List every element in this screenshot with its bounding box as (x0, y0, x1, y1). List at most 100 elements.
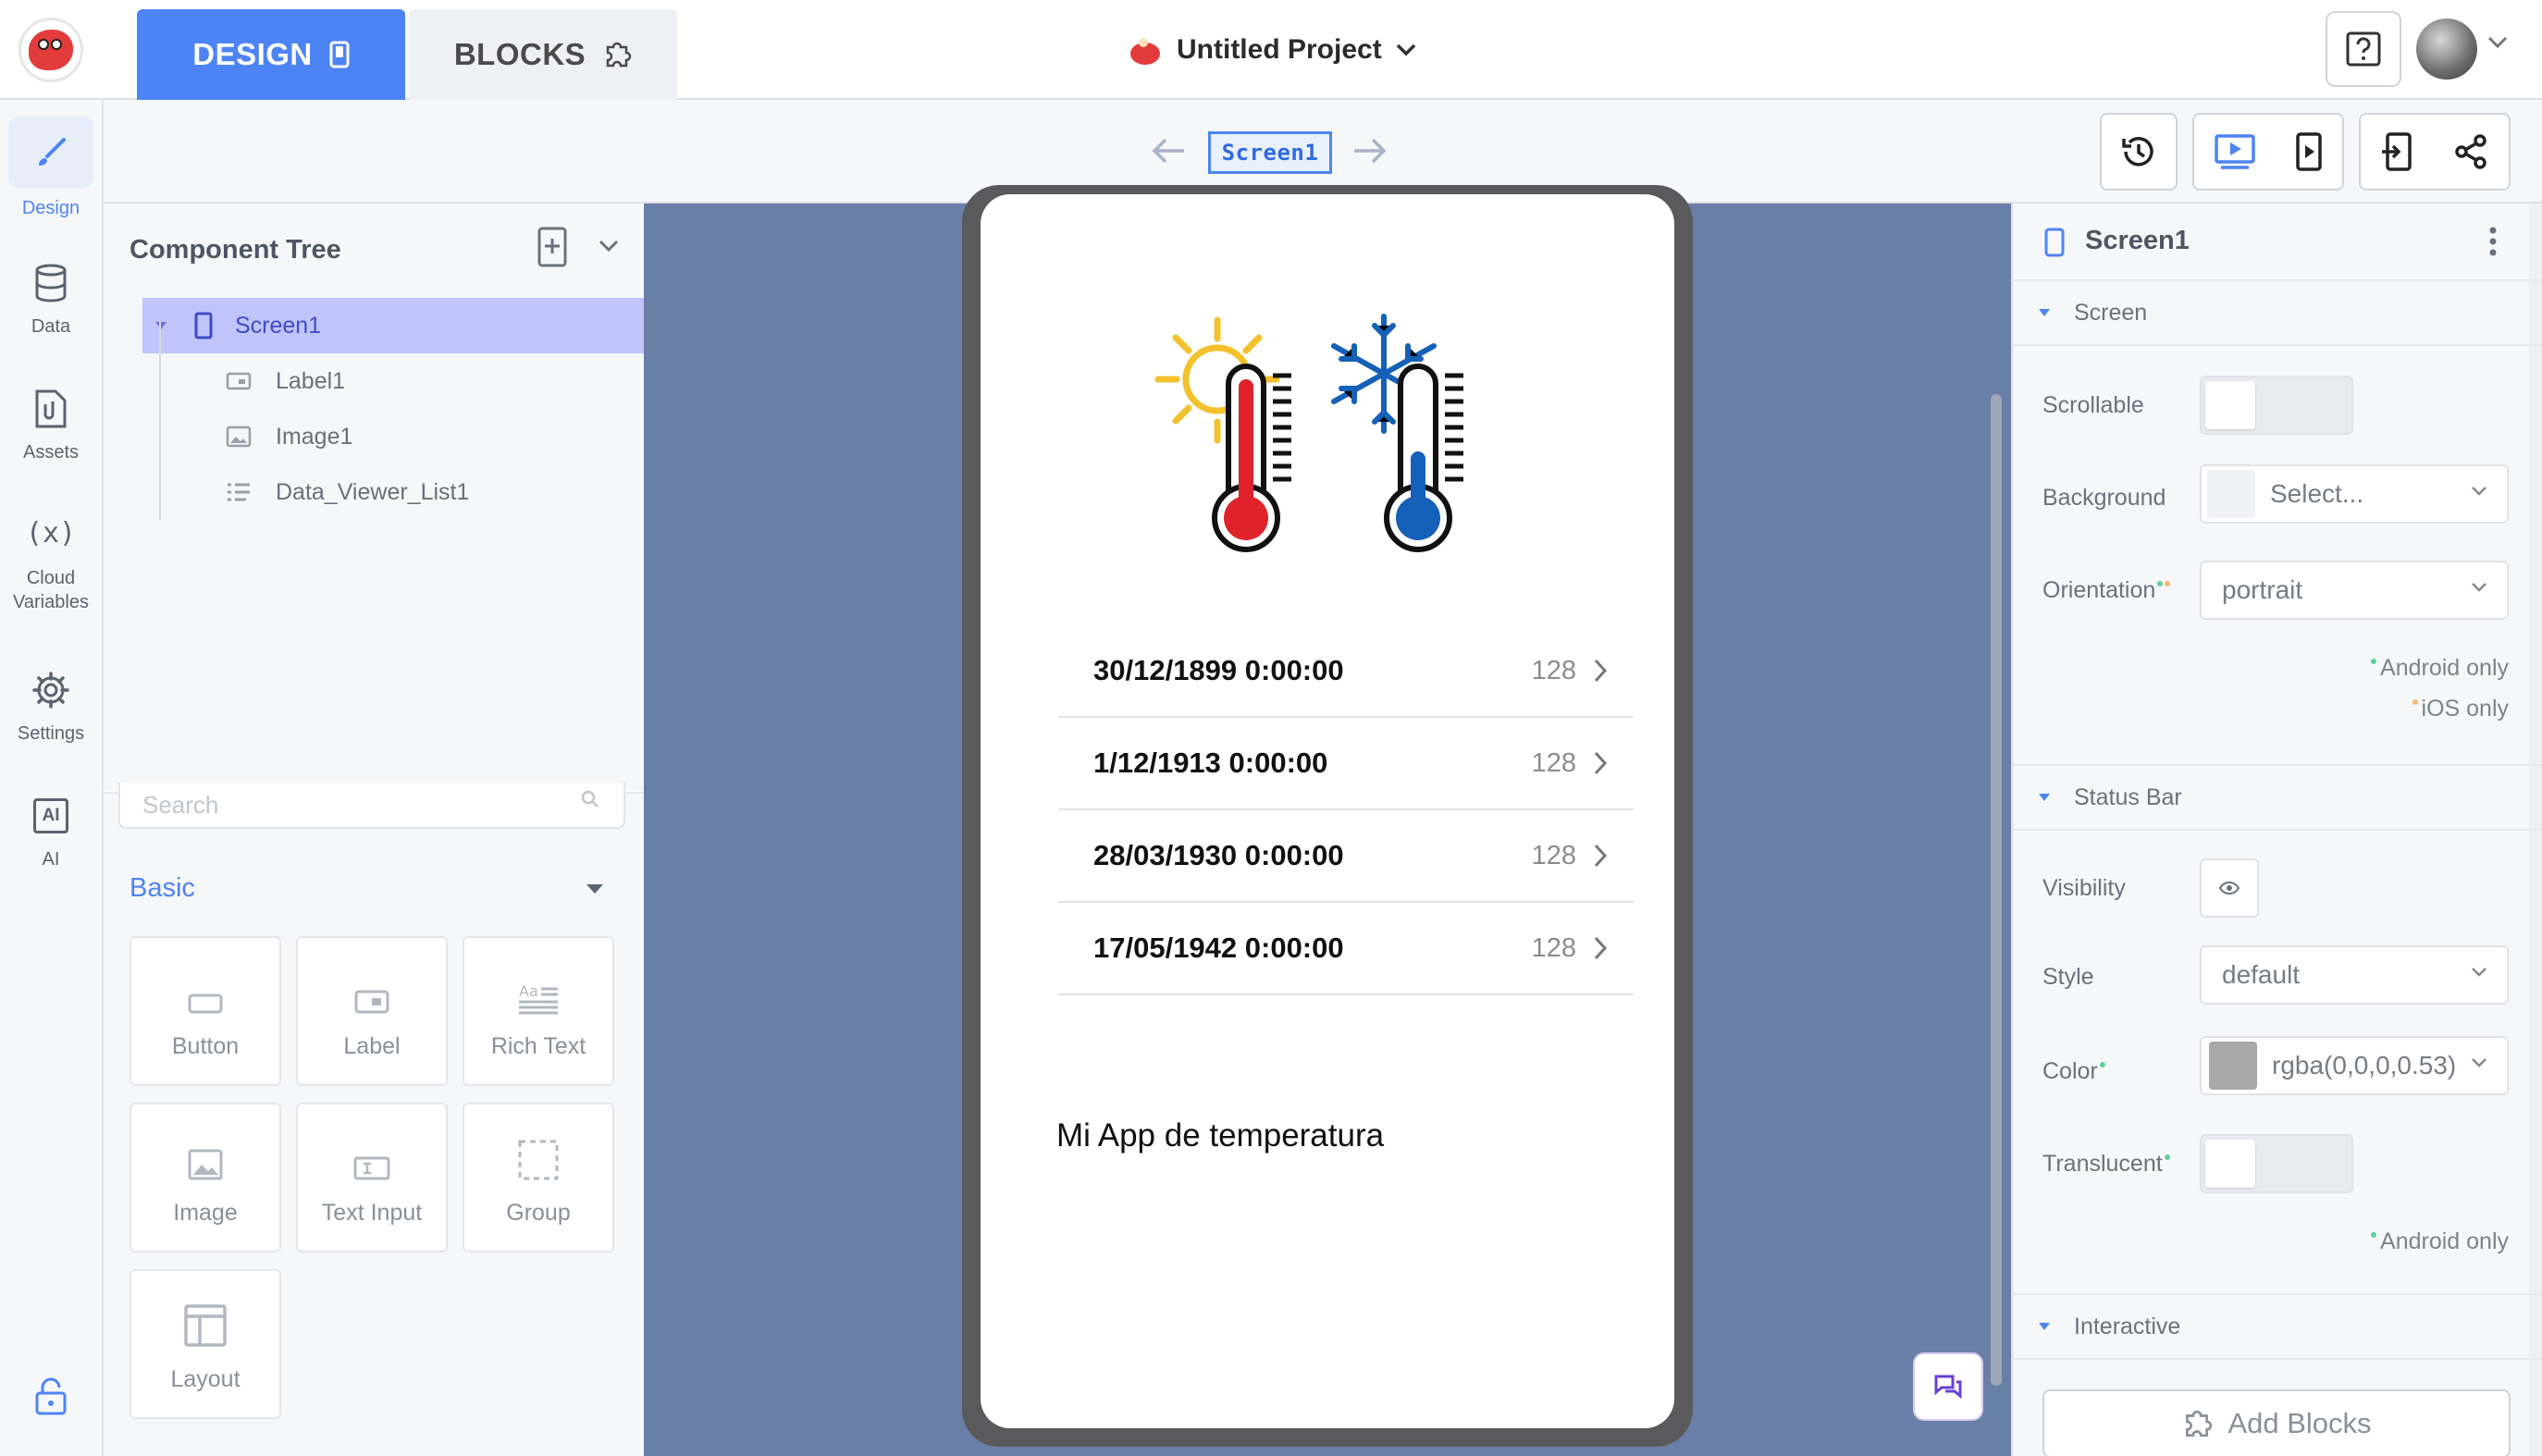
section-interactive[interactable]: Interactive (2011, 1293, 2542, 1360)
preview-play-icon[interactable] (2214, 133, 2256, 170)
rail-item-assets[interactable]: Assets (0, 385, 102, 463)
tab-design[interactable]: DESIGN (137, 9, 405, 100)
top-header: DESIGN BLOCKS Untitled Project (0, 0, 2542, 100)
orientation-select[interactable]: portrait (2200, 561, 2509, 620)
arrow-left-icon[interactable] (1151, 135, 1188, 167)
help-icon (2346, 31, 2381, 67)
list-item[interactable]: 28/03/1930 0:00:00 128 (1058, 810, 1634, 903)
category-basic[interactable]: Basic (130, 873, 195, 904)
visibility-toggle[interactable] (2200, 858, 2259, 918)
user-avatar[interactable] (2416, 19, 2477, 80)
label1-preview-text[interactable]: Mi App de temperatura (1056, 1117, 1384, 1154)
project-name: Untitled Project (1177, 34, 1382, 65)
device-preview-icon[interactable] (2295, 131, 2323, 172)
tile-rich-text[interactable]: Aa Rich Text (463, 936, 614, 1086)
current-screen-chip[interactable]: Screen1 (1208, 131, 1332, 174)
orientation-label: Orientation (2042, 577, 2171, 604)
history-button[interactable] (2100, 113, 2178, 191)
section-screen[interactable]: Screen (2011, 279, 2542, 346)
tree-item-image1[interactable]: Image1 (104, 409, 644, 464)
canvas-scrollbar[interactable] (1991, 394, 2002, 1386)
caret-down-icon[interactable] (585, 882, 605, 895)
translucent-label: Translucent (2042, 1151, 2170, 1178)
search-input[interactable]: Search (118, 783, 625, 829)
phone-icon (194, 312, 213, 339)
scrollable-label: Scrollable (2042, 392, 2144, 418)
caret-down-icon[interactable] (154, 320, 168, 331)
database-icon (35, 264, 67, 302)
chevron-down-icon[interactable] (598, 239, 620, 253)
list-item[interactable]: 1/12/1913 0:00:00 128 (1058, 718, 1634, 810)
more-vertical-icon[interactable] (2488, 226, 2498, 257)
background-select[interactable]: Select... (2200, 464, 2509, 524)
layout-icon (184, 1304, 227, 1347)
background-value: Select... (2270, 479, 2364, 508)
logo-mascot-icon (29, 30, 73, 70)
tree-item-label: Label1 (276, 367, 346, 394)
svg-text:Aa: Aa (519, 982, 538, 1000)
arrow-right-icon[interactable] (1351, 135, 1388, 167)
list-item-count: 128 (1531, 840, 1576, 870)
rail-label: Data (31, 316, 71, 337)
button-icon (188, 993, 223, 1014)
list-item[interactable]: 17/05/1942 0:00:00 128 (1058, 903, 1634, 995)
rail-label: Cloud Variables (13, 568, 89, 612)
chevron-down-icon (1396, 43, 1415, 56)
rail-item-design[interactable]: Design (0, 117, 102, 219)
tile-button[interactable]: Button (130, 936, 281, 1086)
install-device-icon[interactable] (2380, 131, 2413, 172)
translucent-toggle[interactable] (2200, 1134, 2353, 1193)
tile-text-input[interactable]: Text Input (296, 1103, 448, 1252)
app-logo[interactable] (19, 18, 83, 82)
thermometer-image[interactable] (1153, 313, 1486, 557)
tree-item-label: Data_Viewer_List1 (276, 478, 470, 505)
group-icon (518, 1140, 559, 1180)
share-icon[interactable] (2452, 133, 2489, 170)
color-label: Color (2042, 1058, 2105, 1085)
rail-label: Design (21, 198, 80, 218)
rail-item-data[interactable]: Data (0, 259, 102, 338)
tile-label[interactable]: Label (296, 936, 448, 1086)
rail-label: AI (42, 849, 60, 870)
chevron-down-icon (2472, 1058, 2486, 1067)
list-item-count: 128 (1531, 932, 1576, 963)
variable-icon: (x) (25, 516, 77, 549)
hot-thermometer-icon (1212, 364, 1291, 552)
rail-label: Settings (17, 723, 85, 744)
rail-item-settings[interactable]: Settings (0, 666, 102, 745)
tree-item-label1[interactable]: Label1 (104, 353, 644, 409)
search-icon[interactable] (579, 788, 601, 810)
preview-button-group (2192, 113, 2344, 191)
add-blocks-label: Add Blocks (2227, 1407, 2372, 1439)
color-select[interactable]: rgba(0,0,0,0.53) (2200, 1036, 2509, 1095)
add-screen-icon[interactable] (537, 226, 568, 268)
tile-group[interactable]: Group (463, 1103, 614, 1252)
section-status-bar[interactable]: Status Bar (2011, 764, 2542, 831)
add-blocks-button[interactable]: Add Blocks (2042, 1389, 2511, 1456)
list-item-count: 128 (1531, 747, 1576, 778)
color-label-text: Color (2042, 1058, 2098, 1084)
rail-item-cloud-variables[interactable]: (x) Cloud Variables (0, 509, 102, 614)
tab-blocks[interactable]: BLOCKS (409, 9, 677, 100)
tile-image[interactable]: Image (130, 1103, 281, 1252)
style-select[interactable]: default (2200, 945, 2509, 1005)
list-item-date: 30/12/1899 0:00:00 (1093, 654, 1344, 686)
image-icon (188, 1149, 223, 1180)
tile-layout[interactable]: Layout (130, 1269, 281, 1419)
label-icon (226, 372, 252, 390)
rail-item-ai[interactable]: AI AI (0, 792, 102, 870)
scrollable-toggle[interactable] (2200, 376, 2353, 435)
list-item[interactable]: 30/12/1899 0:00:00 128 (1058, 625, 1634, 718)
project-selector[interactable]: Untitled Project (1127, 24, 1417, 76)
style-label: Style (2042, 964, 2094, 990)
chat-button[interactable] (1913, 1352, 1983, 1421)
ios-only-text: iOS only (2421, 696, 2509, 722)
caret-down-icon (2039, 1323, 2050, 1330)
list-item-date: 28/03/1930 0:00:00 (1093, 839, 1344, 871)
tree-item-screen1[interactable]: Screen1 (142, 298, 644, 353)
tree-item-data-viewer-list1[interactable]: Data_Viewer_List1 (104, 464, 644, 520)
chevron-right-icon (1594, 936, 1608, 960)
help-button[interactable] (2326, 11, 2401, 87)
lock-icon[interactable] (33, 1376, 68, 1417)
chevron-down-icon[interactable] (2486, 35, 2509, 50)
